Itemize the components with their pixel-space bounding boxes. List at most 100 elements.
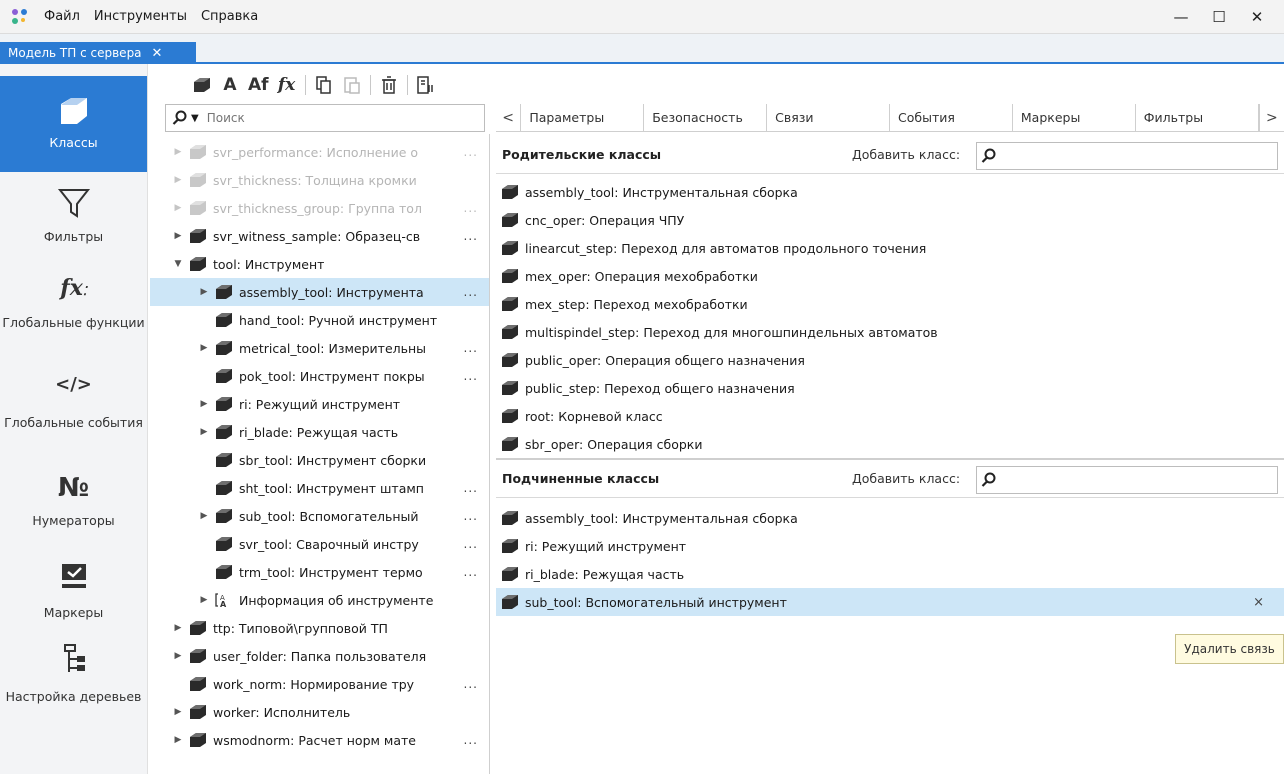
expand-arrow-icon[interactable]: ▶ [172,735,184,745]
more-icon[interactable]: ... [464,481,478,495]
tree-row[interactable]: ▶ metrical_tool: Измерительны... [150,334,489,362]
maximize-button[interactable]: ☐ [1200,3,1238,31]
more-icon[interactable]: ... [464,677,478,691]
more-icon[interactable]: ... [464,369,478,383]
tree-row[interactable]: svr_tool: Сварочный инстру... [150,530,489,558]
expand-arrow-icon[interactable]: ▶ [172,147,184,157]
add-parent-class-field[interactable] [976,142,1278,170]
more-icon[interactable]: ... [464,733,478,747]
tree-row[interactable]: ▶ svr_thickness: Толщина кромки [150,166,489,194]
remove-link-icon[interactable]: × [1253,595,1264,610]
document-tab[interactable]: Модель ТП с сервера ✕ [0,42,196,64]
child-class-row[interactable]: sub_tool: Вспомогательный инструмент × [496,588,1284,616]
nav-markers[interactable]: Маркеры [0,560,147,636]
close-tab-icon[interactable]: ✕ [152,46,163,61]
nav-filters[interactable]: Фильтры [0,186,147,256]
more-icon[interactable]: ... [464,145,478,159]
expand-arrow-icon[interactable]: ▶ [172,651,184,661]
collapse-arrow-icon[interactable]: ▼ [172,259,184,269]
add-attribute-format-button[interactable]: Af [248,74,269,96]
tree-row[interactable]: ▶ svr_performance: Исполнение о... [150,138,489,166]
expand-arrow-icon[interactable]: ▶ [198,399,210,409]
tab-markers[interactable]: Маркеры [1013,104,1136,131]
tree-row[interactable]: ▶ assembly_tool: Инструмента... [150,278,489,306]
parent-class-row[interactable]: cnc_oper: Операция ЧПУ [496,206,1284,234]
minimize-button[interactable]: — [1162,3,1200,31]
menu-help[interactable]: Справка [199,7,260,26]
add-attribute-button[interactable]: A [220,74,240,96]
tree-row[interactable]: ▶ worker: Исполнитель [150,698,489,726]
copy-button[interactable] [314,74,334,96]
tree-row[interactable]: pok_tool: Инструмент покры... [150,362,489,390]
more-icon[interactable]: ... [464,509,478,523]
tree-row[interactable]: ▶ A A Информация об инструменте [150,586,489,614]
parent-class-row[interactable]: sbr_oper: Операция сборки [496,430,1284,458]
tree-row[interactable]: ▶ ttp: Типовой\групповой ТП [150,614,489,642]
tree-row[interactable]: sbr_tool: Инструмент сборки [150,446,489,474]
nav-global-functions[interactable]: fx⁚ Глобальные функции [0,270,147,360]
delete-button[interactable] [379,74,399,96]
tab-parameters[interactable]: Параметры [521,104,645,131]
paste-button[interactable] [342,74,362,96]
tree-row[interactable]: trm_tool: Инструмент термо... [150,558,489,586]
expand-arrow-icon[interactable]: ▶ [198,287,210,297]
expand-arrow-icon[interactable]: ▶ [172,623,184,633]
add-class-button[interactable] [192,74,212,96]
child-class-row[interactable]: ri: Режущий инструмент [496,532,1284,560]
nav-tree-settings[interactable]: Настройка деревьев [0,642,147,742]
parent-class-row[interactable]: mex_step: Переход мехобработки [496,290,1284,318]
tab-filters[interactable]: Фильтры [1136,104,1259,131]
tree-row[interactable]: ▶ sub_tool: Вспомогательный... [150,502,489,530]
search-field[interactable]: ▼ [165,104,485,132]
parent-class-row[interactable]: root: Корневой класс [496,402,1284,430]
nav-numerators[interactable]: № Нумераторы [0,470,147,546]
tree-row[interactable]: work_norm: Нормирование тру... [150,670,489,698]
nav-classes[interactable]: Классы [0,76,147,172]
tree-row[interactable]: ▶ ri_blade: Режущая часть [150,418,489,446]
tab-events[interactable]: События [890,104,1013,131]
expand-arrow-icon[interactable]: ▶ [198,511,210,521]
more-icon[interactable]: ... [464,285,478,299]
tab-security[interactable]: Безопасность [644,104,768,131]
parent-class-row[interactable]: assembly_tool: Инструментальная сборка [496,178,1284,206]
tree-row[interactable]: hand_tool: Ручной инструмент [150,306,489,334]
parent-class-row[interactable]: public_oper: Операция общего назначения [496,346,1284,374]
close-window-button[interactable]: ✕ [1238,3,1276,31]
tab-links[interactable]: Связи [767,104,890,131]
menu-tools[interactable]: Инструменты [92,7,189,26]
more-icon[interactable]: ... [464,341,478,355]
expand-arrow-icon[interactable]: ▶ [172,231,184,241]
child-class-row[interactable]: assembly_tool: Инструментальная сборка [496,504,1284,532]
search-input[interactable] [206,111,447,125]
expand-arrow-icon[interactable]: ▶ [172,707,184,717]
expand-arrow-icon[interactable]: ▶ [172,203,184,213]
parent-class-row[interactable]: multispindel_step: Переход для многошпин… [496,318,1284,346]
add-child-class-field[interactable] [976,466,1278,494]
nav-global-events[interactable]: </> Глобальные события [0,370,147,460]
tree-row[interactable]: ▶ user_folder: Папка пользователя [150,642,489,670]
tabs-prev-button[interactable]: < [496,104,522,131]
parent-class-row[interactable]: public_step: Переход общего назначения [496,374,1284,402]
tree-row[interactable]: ▼ tool: Инструмент [150,250,489,278]
more-icon[interactable]: ... [464,229,478,243]
tree-row[interactable]: ▶ svr_thickness_group: Группа тол... [150,194,489,222]
chevron-down-icon[interactable]: ▼ [191,113,199,124]
expand-arrow-icon[interactable]: ▶ [198,595,210,605]
add-function-button[interactable]: fx [277,74,297,96]
expand-arrow-icon[interactable]: ▶ [198,427,210,437]
expand-arrow-icon[interactable]: ▶ [172,175,184,185]
tree-row[interactable]: ▶ svr_witness_sample: Образец-св... [150,222,489,250]
more-icon[interactable]: ... [464,565,478,579]
parent-class-row[interactable]: linearcut_step: Переход для автоматов пр… [496,234,1284,262]
child-class-row[interactable]: ri_blade: Режущая часть [496,560,1284,588]
import-button[interactable] [416,74,436,96]
more-icon[interactable]: ... [464,201,478,215]
tabs-next-button[interactable]: > [1258,104,1284,131]
parent-class-row[interactable]: mex_oper: Операция мехобработки [496,262,1284,290]
menu-file[interactable]: Файл [42,7,82,26]
tree-row[interactable]: ▶ wsmodnorm: Расчет норм мате... [150,726,489,754]
tree-row[interactable]: ▶ ri: Режущий инструмент [150,390,489,418]
more-icon[interactable]: ... [464,537,478,551]
expand-arrow-icon[interactable]: ▶ [198,343,210,353]
tree-row[interactable]: sht_tool: Инструмент штамп... [150,474,489,502]
